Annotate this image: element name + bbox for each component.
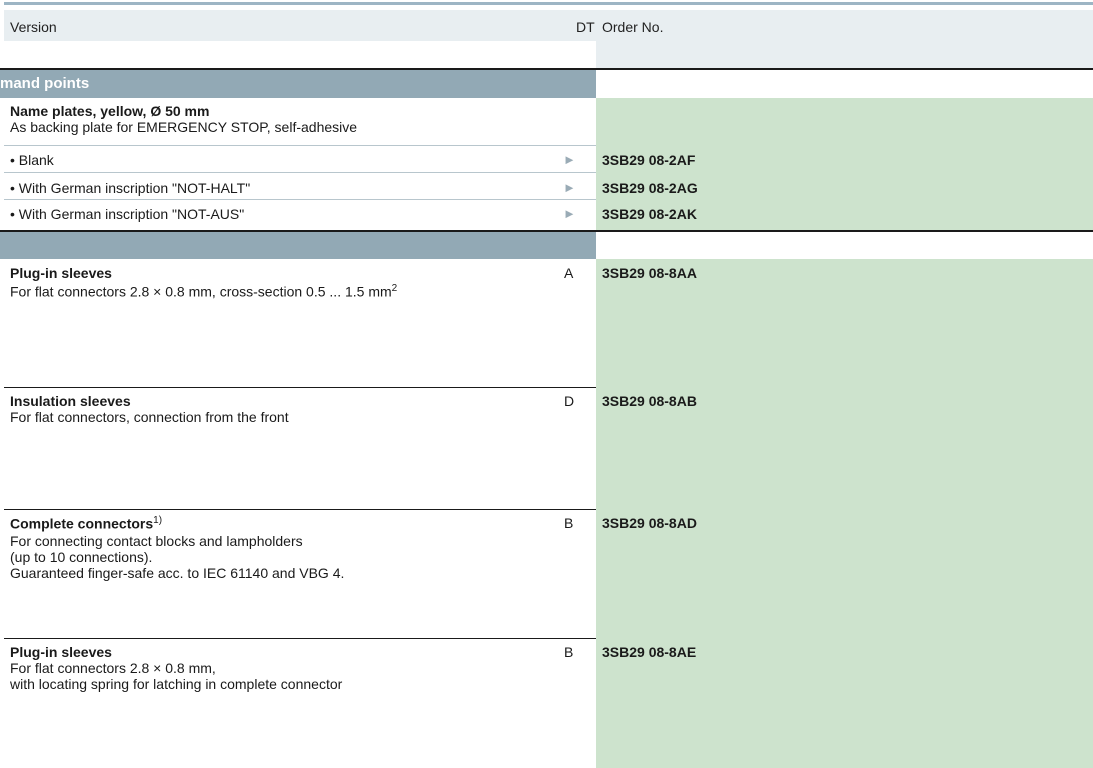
item-dt: B [564,515,574,531]
item-title: Name plates, yellow, Ø 50 mm [10,103,210,119]
item-title: Plug-in sleeves [10,644,112,660]
item-description-line: with locating spring for latching in com… [10,676,343,692]
list-item-label: • Blank [10,152,54,168]
order-number: 3SB29 08-2AK [602,206,697,222]
top-rule [0,0,1093,5]
header-left-bg [4,10,596,41]
header-version: Version [10,19,57,35]
list-item-label: • With German inscription "NOT-AUS" [10,206,245,222]
item-description-line: For connecting contact blocks and lampho… [10,533,303,549]
item-description-line: (up to 10 connections). [10,549,153,565]
list-item-label: • With German inscription "NOT-HALT" [10,180,251,196]
item-divider [4,638,596,639]
item-title: Complete connectors1) [10,515,163,532]
order-number: 3SB29 08-8AB [602,393,697,409]
item-description: As backing plate for EMERGENCY STOP, sel… [10,119,358,135]
delivery-marker-icon: ► [563,152,576,167]
item-description: For flat connectors 2.8 × 0.8 mm, cross-… [10,283,398,300]
order-number: 3SB29 08-8AD [602,515,697,531]
delivery-marker-icon: ► [563,206,576,221]
section-title: mand points [0,75,90,92]
top-accent-bar [4,2,1093,5]
delivery-marker-icon: ► [563,180,576,195]
order-number: 3SB29 08-8AA [602,265,697,281]
item-title: Plug-in sleeves [10,265,112,281]
header-dt: DT [576,19,595,35]
item-dt: D [564,393,575,409]
item-description: For flat connectors, connection from the… [10,409,289,425]
order-number: 3SB29 08-2AF [602,152,696,168]
section-header-bar [0,232,596,259]
item-dt: A [564,265,574,281]
item-divider [4,387,596,388]
item-dt: B [564,644,574,660]
footnote-ref: 1) [153,515,163,526]
row-divider [4,199,596,200]
header-order-no: Order No. [602,19,664,35]
order-number: 3SB29 08-8AE [602,644,697,660]
order-number: 3SB29 08-2AG [602,180,698,196]
item-description-line: For flat connectors 2.8 × 0.8 mm, [10,660,216,676]
section-header-bar [0,70,596,98]
item-description-line: Guaranteed finger-safe acc. to IEC 61140… [10,565,345,581]
header-right-bg [596,10,1093,69]
item-title: Insulation sleeves [10,393,131,409]
item-divider [4,509,596,510]
order-column-bg [596,259,1093,768]
row-divider [4,145,596,146]
row-divider [4,172,596,173]
